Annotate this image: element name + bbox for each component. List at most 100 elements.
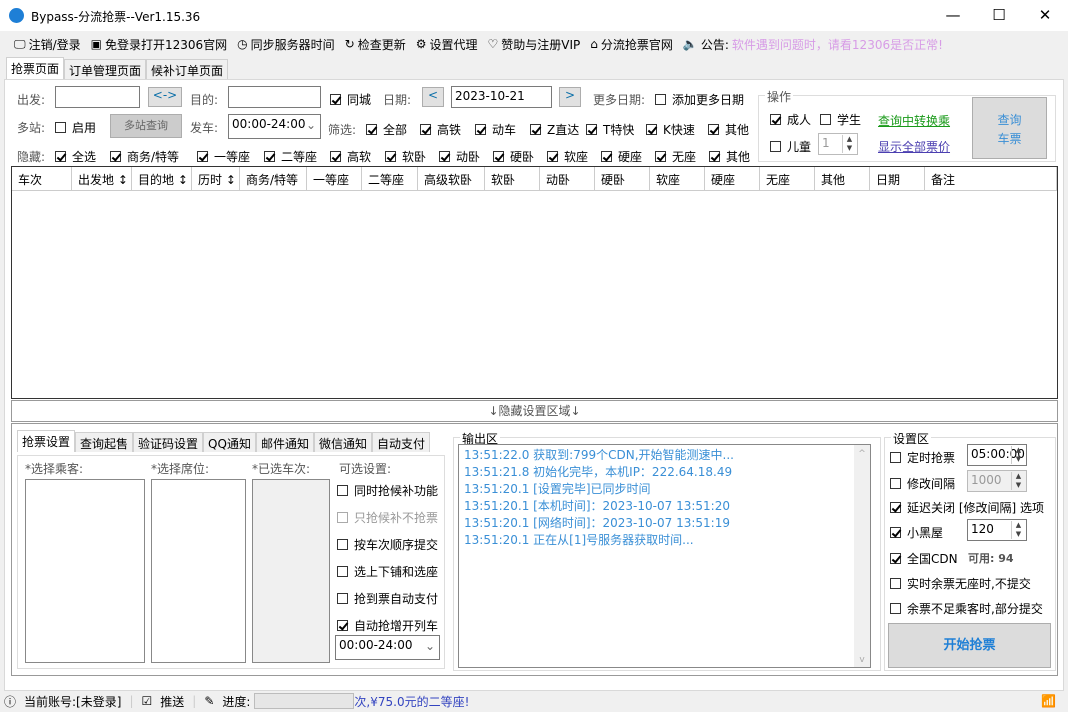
multi-station-query-button[interactable]: 多站查询 [110, 114, 182, 138]
from-input[interactable] [55, 86, 140, 108]
optional-setting-checkbox[interactable]: 抢到票自动支付 [337, 590, 438, 607]
seat-list[interactable] [151, 479, 246, 663]
column-header[interactable]: 动卧 [540, 167, 595, 190]
column-header[interactable]: 软座 [650, 167, 705, 190]
output-log[interactable]: 13:51:22.0 获取到:799个CDN,开始智能测速中... 13:51:2… [458, 444, 871, 668]
column-header[interactable]: 无座 [760, 167, 815, 190]
modify-interval-checkbox[interactable]: 修改间隔 [890, 475, 955, 492]
spinner-arrows-icon[interactable]: ▲ ▼ [842, 135, 856, 153]
child-count-spinner[interactable]: 1 ▲ ▼ [818, 133, 858, 155]
column-header[interactable]: 日期 [870, 167, 925, 190]
log-scrollbar[interactable]: ^ v [854, 445, 870, 667]
show-all-prices-link[interactable]: 显示全部票价 [878, 138, 950, 155]
settings-tab[interactable]: 微信通知 [313, 432, 372, 452]
column-header[interactable]: 硬座 [705, 167, 760, 190]
enable-multi-station-checkbox[interactable]: 启用 [55, 119, 96, 136]
settings-tab[interactable]: 邮件通知 [255, 432, 314, 452]
tab-orders[interactable]: 订单管理页面 [64, 59, 147, 79]
blackroom-checkbox[interactable]: 小黑屋 [890, 524, 943, 541]
column-header[interactable]: 其他 [815, 167, 870, 190]
hide-checkbox[interactable]: 软座 [547, 148, 588, 165]
no-seat-checkbox[interactable]: 实时余票无座时,不提交 [890, 575, 1031, 592]
timed-grab-checkbox[interactable]: 定时抢票 [890, 449, 955, 466]
minimize-button[interactable]: — [930, 0, 976, 31]
date-input[interactable]: 2023-10-21 [451, 86, 552, 108]
national-cdn-checkbox[interactable]: 全国CDN [890, 550, 958, 567]
child-checkbox[interactable]: 儿童 [770, 138, 811, 155]
settings-tab[interactable]: 查询起售 [75, 432, 134, 452]
optional-setting-checkbox[interactable]: 只抢候补不抢票 [337, 509, 438, 526]
toolbar-refresh-button[interactable]: ↻ 检查更新 [345, 36, 406, 53]
hide-checkbox[interactable]: 一等座 [197, 148, 250, 165]
same-city-checkbox[interactable]: 同城 [330, 91, 371, 108]
auto-train-time-select[interactable]: 00:00-24:00 ⌄ [335, 635, 440, 660]
passenger-list[interactable] [25, 479, 145, 663]
optional-setting-checkbox[interactable]: 同时抢候补功能 [337, 482, 438, 499]
settings-tab[interactable]: 抢票设置 [17, 430, 76, 452]
filter-checkbox[interactable]: 全部 [366, 121, 407, 138]
filter-checkbox[interactable]: 动车 [475, 121, 516, 138]
hide-checkbox[interactable]: 硬座 [601, 148, 642, 165]
tab-waitlist-orders[interactable]: 候补订单页面 [146, 59, 229, 79]
hide-checkbox[interactable]: 全选 [55, 148, 96, 165]
prev-date-button[interactable]: < [422, 87, 444, 107]
column-header[interactable]: 一等座 [307, 167, 362, 190]
next-date-button[interactable]: > [559, 87, 581, 107]
spinner-arrows-icon[interactable]: ▲ ▼ [1011, 446, 1025, 464]
start-grab-button[interactable]: 开始抢票 [888, 623, 1051, 668]
swap-stations-button[interactable]: <-> [148, 87, 182, 107]
settings-tab[interactable]: QQ通知 [203, 432, 256, 452]
student-checkbox[interactable]: 学生 [820, 111, 861, 128]
optional-setting-checkbox[interactable]: 选上下铺和选座 [337, 563, 438, 580]
interval-input[interactable]: 1000 ▲ ▼ [967, 470, 1027, 492]
to-input[interactable] [228, 86, 321, 108]
toolbar-heart-button[interactable]: ♡ 赞助与注册VIP [488, 36, 581, 53]
adult-checkbox[interactable]: 成人 [770, 111, 811, 128]
train-results-table[interactable]: 车次 出发地 ↕ 目的地 ↕ 历时 ↕ 商务/特等 一等座 二等座 高级软卧 软卧 动卧 硬卧 软座硬… [11, 166, 1058, 399]
delay-close-checkbox[interactable]: 延迟关闭 [修改间隔] 选项 [890, 499, 1044, 516]
toolbar-monitor-button[interactable]: 🖵 注销/登录 [14, 36, 81, 53]
toolbar-home-button[interactable]: ⌂ 分流抢票官网 [590, 36, 673, 53]
column-header[interactable]: 硬卧 [595, 167, 650, 190]
hide-checkbox[interactable]: 无座 [655, 148, 696, 165]
selected-trains-list[interactable] [252, 479, 330, 663]
hide-checkbox[interactable]: 商务/特等 [110, 148, 179, 165]
toolbar-clock-button[interactable]: ◷ 同步服务器时间 [237, 36, 335, 53]
query-tickets-button[interactable]: 查询 车票 [972, 97, 1047, 159]
partial-submit-checkbox[interactable]: 余票不足乘客时,部分提交 [890, 600, 1043, 617]
filter-checkbox[interactable]: 其他 [708, 121, 749, 138]
timed-grab-input[interactable]: 05:00:00 ▲ ▼ [967, 444, 1027, 466]
toolbar-gear-button[interactable]: ⚙ 设置代理 [416, 36, 478, 53]
spinner-arrows-icon[interactable]: ▲ ▼ [1011, 472, 1025, 490]
column-header[interactable]: 目的地 ↕ [132, 167, 192, 190]
maximize-button[interactable]: ☐ [976, 0, 1022, 31]
hide-checkbox[interactable]: 其他 [709, 148, 750, 165]
hide-checkbox[interactable]: 软卧 [385, 148, 426, 165]
filter-checkbox[interactable]: K快速 [646, 121, 695, 138]
column-header[interactable]: 二等座 [362, 167, 418, 190]
depart-time-select[interactable]: 00:00-24:00 ⌄ [228, 114, 321, 139]
column-header[interactable]: 历时 ↕ [192, 167, 240, 190]
filter-checkbox[interactable]: Z直达 [530, 121, 579, 138]
hide-checkbox[interactable]: 动卧 [439, 148, 480, 165]
transfer-query-link[interactable]: 查询中转换乘 [878, 112, 950, 129]
tab-grab-tickets[interactable]: 抢票页面 [6, 57, 65, 79]
close-button[interactable]: ✕ [1022, 0, 1068, 31]
settings-tab[interactable]: 验证码设置 [133, 432, 204, 452]
filter-checkbox[interactable]: 高铁 [420, 121, 461, 138]
column-header[interactable]: 高级软卧 [418, 167, 485, 190]
toolbar-window-button[interactable]: ▣ 免登录打开12306官网 [91, 36, 228, 53]
push-button[interactable]: 推送 [160, 693, 184, 710]
column-header[interactable]: 车次 [12, 167, 72, 190]
hide-checkbox[interactable]: 高软 [330, 148, 371, 165]
filter-checkbox[interactable]: T特快 [586, 121, 634, 138]
column-header[interactable]: 商务/特等 [240, 167, 307, 190]
add-more-dates-checkbox[interactable]: 添加更多日期 [655, 91, 744, 108]
hide-checkbox[interactable]: 硬卧 [493, 148, 534, 165]
column-header[interactable]: 出发地 ↕ [72, 167, 132, 190]
optional-setting-checkbox[interactable]: 自动抢增开列车 [337, 617, 438, 634]
optional-setting-checkbox[interactable]: 按车次顺序提交 [337, 536, 438, 553]
blackroom-input[interactable]: 120 ▲ ▼ [967, 519, 1027, 541]
hide-checkbox[interactable]: 二等座 [264, 148, 317, 165]
settings-tab[interactable]: 自动支付 [371, 432, 430, 452]
